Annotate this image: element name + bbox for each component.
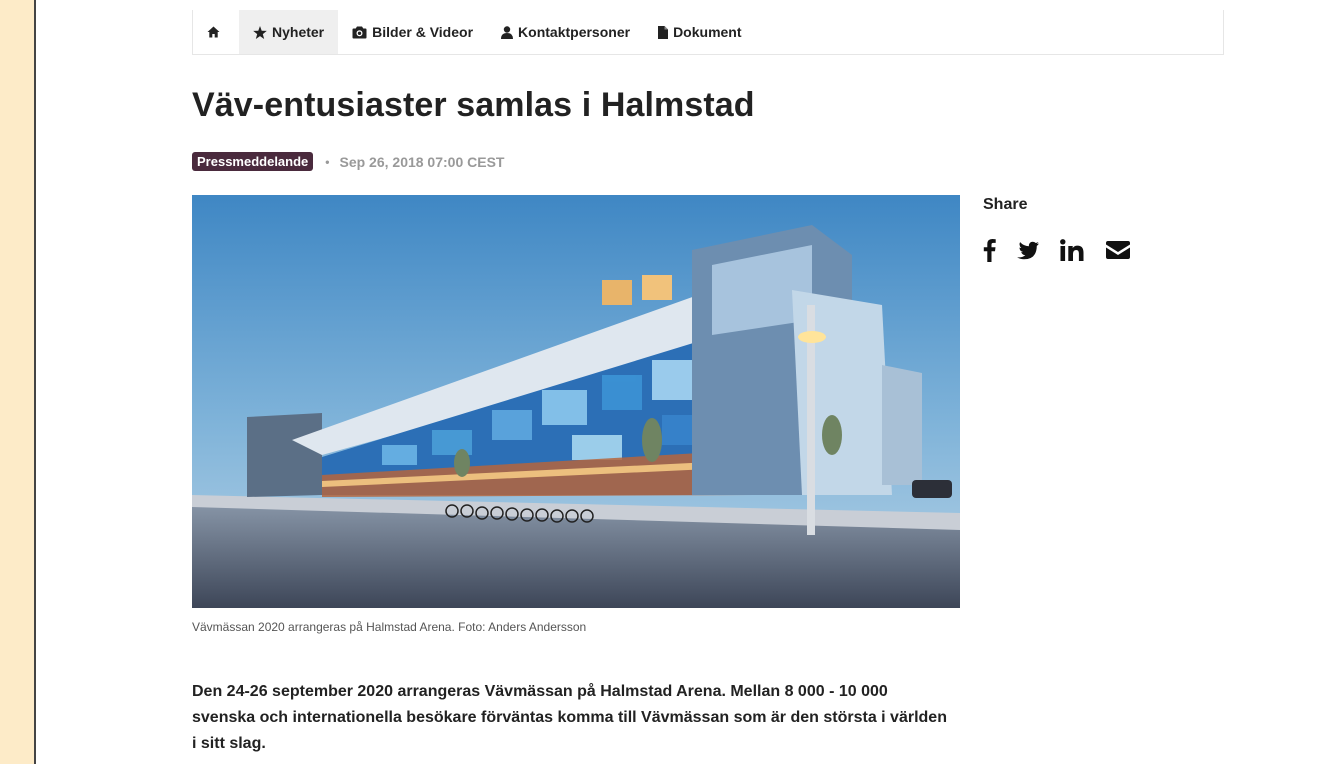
- camera-icon: [352, 26, 367, 38]
- share-label: Share: [983, 196, 1028, 213]
- article-lead: Den 24-26 september 2020 arrangeras Vävm…: [192, 683, 947, 752]
- publish-date: Sep 26, 2018 07:00 CEST: [339, 153, 505, 170]
- tab-kontaktpersoner[interactable]: Kontaktpersoner: [487, 10, 644, 54]
- meta-separator: •: [325, 154, 330, 169]
- file-icon: [658, 25, 669, 39]
- tab-nyheter-label: Nyheter: [272, 24, 325, 40]
- nav-home[interactable]: [193, 10, 239, 54]
- article-title: Väv-entusiaster samlas i Halmstad: [192, 86, 755, 124]
- article-meta: Pressmeddelande • Sep 26, 2018 07:00 CES…: [192, 152, 504, 171]
- section-navbar: Nyheter Bilder & Videor Kontaktpersoner …: [192, 10, 1224, 55]
- tab-bilder-videor[interactable]: Bilder & Videor: [338, 10, 487, 54]
- tab-dokument[interactable]: Dokument: [644, 10, 755, 54]
- linkedin-icon[interactable]: [1060, 239, 1084, 261]
- user-icon: [501, 25, 514, 39]
- tab-dokument-label: Dokument: [673, 24, 742, 40]
- tab-bilder-videor-label: Bilder & Videor: [372, 24, 474, 40]
- home-icon: [207, 26, 220, 38]
- page: Nyheter Bilder & Videor Kontaktpersoner …: [34, 0, 1338, 764]
- image-caption: Vävmässan 2020 arrangeras på Halmstad Ar…: [192, 620, 587, 634]
- hero-image[interactable]: [192, 195, 960, 608]
- share-buttons: [983, 238, 1152, 262]
- category-badge[interactable]: Pressmeddelande: [192, 152, 314, 171]
- facebook-icon[interactable]: [983, 238, 996, 262]
- star-icon: [253, 25, 267, 39]
- twitter-icon[interactable]: [1017, 241, 1039, 260]
- email-icon[interactable]: [1105, 240, 1131, 260]
- tab-kontaktpersoner-label: Kontaktpersoner: [518, 24, 631, 40]
- tab-nyheter[interactable]: Nyheter: [239, 10, 339, 54]
